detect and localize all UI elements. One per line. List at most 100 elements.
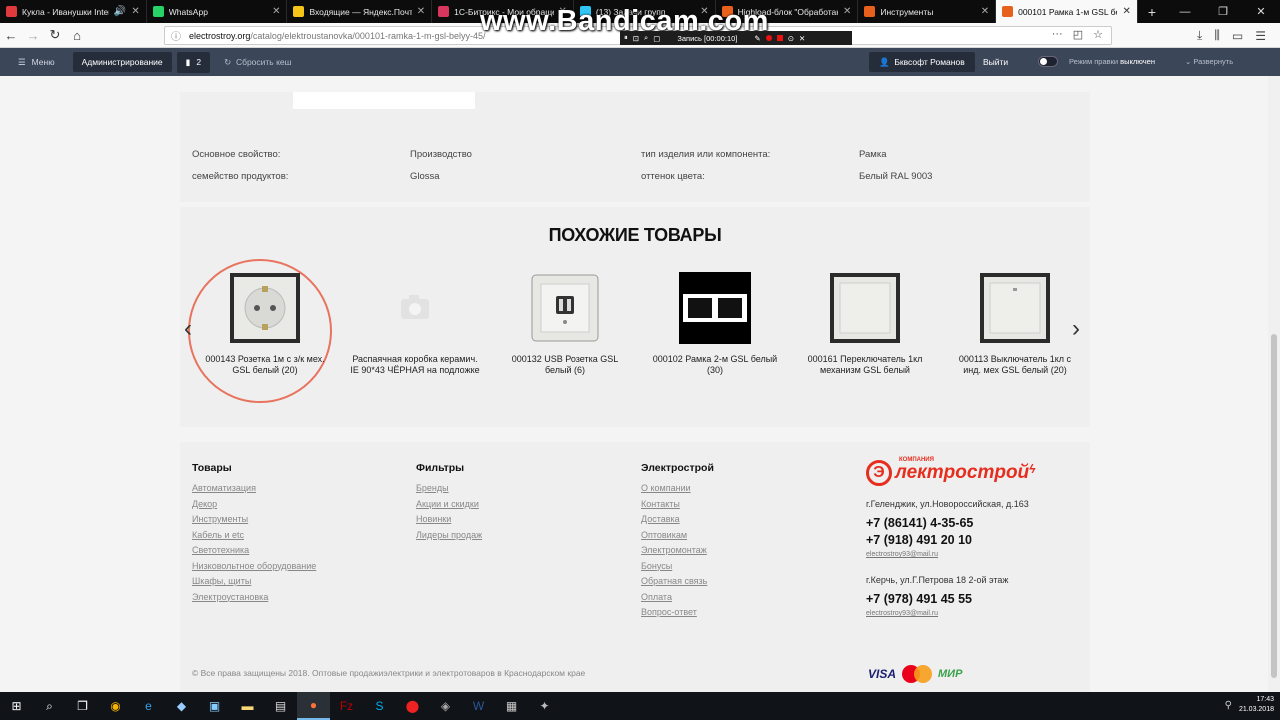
footer-link[interactable]: Оптовикам — [641, 530, 714, 540]
system-clock[interactable]: 17:43 21.03.2018 — [1239, 695, 1274, 715]
administration-button[interactable]: Администрирование — [72, 52, 172, 72]
phone-3[interactable]: +7 (978) 491 45 55 — [866, 592, 972, 606]
reload-icon[interactable]: ↻ — [44, 27, 66, 43]
close-icon[interactable]: ✕ — [799, 34, 805, 43]
speaker-icon[interactable]: 🔊 — [114, 6, 126, 17]
task-view-icon[interactable]: ❐ — [66, 692, 99, 720]
footer-link[interactable]: Низковольтное оборудование — [192, 561, 316, 571]
carousel-prev-icon[interactable]: ‹ — [184, 315, 192, 343]
footer-link[interactable]: Шкафы, щиты — [192, 576, 316, 586]
info-icon[interactable]: ⓘ — [171, 28, 181, 43]
record-icon[interactable] — [776, 35, 783, 41]
page-scrollbar[interactable] — [1268, 76, 1280, 692]
sidebar-icon[interactable]: ▭ — [1232, 29, 1243, 43]
email-link[interactable]: electrostroy93@mail.ru — [866, 551, 938, 558]
product-name[interactable]: 000161 Переключатель 1кл механизм GSL бе… — [800, 354, 930, 376]
footer-link[interactable]: Светотехника — [192, 545, 316, 555]
footer-link[interactable]: Обратная связь — [641, 576, 714, 586]
footer-link[interactable]: О компании — [641, 483, 714, 493]
windows-start-icon[interactable]: ⊞ — [0, 692, 33, 720]
forward-icon[interactable]: → — [22, 28, 44, 43]
product-name[interactable]: 000143 Розетка 1м с з/к мех. GSL белый (… — [200, 354, 330, 376]
minimize-icon[interactable]: — — [1166, 6, 1204, 18]
user-button[interactable]: 👤 Бквсофт Романов — [869, 52, 975, 72]
footer-link[interactable]: Контакты — [641, 499, 714, 509]
browser-tab[interactable]: WhatsApp ✕ — [147, 0, 288, 23]
edge-icon[interactable]: e — [132, 692, 165, 720]
network-icon[interactable]: ⚲ — [1225, 700, 1232, 711]
notifications-button[interactable]: ▮ 2 — [176, 51, 211, 73]
app-icon[interactable]: ◈ — [429, 692, 462, 720]
maximize-icon[interactable]: ❐ — [1204, 5, 1242, 18]
footer-link[interactable]: Автоматизация — [192, 483, 316, 493]
footer-link[interactable]: Акции и скидки — [416, 499, 482, 509]
product-card[interactable]: 000143 Розетка 1м с з/к мех. GSL белый (… — [200, 272, 330, 376]
close-tab-icon[interactable]: ✕ — [843, 6, 851, 17]
product-card[interactable]: 000161 Переключатель 1кл механизм GSL бе… — [800, 272, 930, 376]
download-icon[interactable]: ⤓ — [1197, 28, 1202, 43]
footer-link[interactable]: Инструменты — [192, 514, 316, 524]
word-icon[interactable]: W — [462, 692, 495, 720]
company-logo[interactable]: Э КОМПАНИЯ лектростройϟ — [866, 457, 1036, 486]
edit-mode-toggle[interactable] — [1038, 56, 1058, 67]
close-tab-icon[interactable]: ✕ — [1122, 6, 1130, 17]
browser-tab[interactable]: 000101 Рамка 1-м GSL белы ✕ — [996, 0, 1138, 23]
footer-link[interactable]: Декор — [192, 499, 316, 509]
pen-icon[interactable]: ✎ — [754, 34, 760, 43]
close-tab-icon[interactable]: ✕ — [272, 6, 280, 17]
calculator-icon[interactable]: ▦ — [495, 692, 528, 720]
search-icon[interactable]: ⌕ — [33, 692, 66, 720]
footer-link[interactable]: Электромонтаж — [641, 545, 714, 555]
camera-icon[interactable]: ⊙ — [788, 34, 794, 43]
phone-2[interactable]: +7 (918) 491 20 10 — [866, 533, 972, 547]
skype-icon[interactable]: S — [363, 692, 396, 720]
filezilla-icon[interactable]: Fz — [330, 692, 363, 720]
app-icon[interactable]: ◆ — [165, 692, 198, 720]
product-name[interactable]: 000102 Рамка 2-м GSL белый (30) — [650, 354, 780, 376]
admin-menu-button[interactable]: ☰ Меню — [0, 57, 73, 68]
pause-icon[interactable]: ⏸ — [624, 33, 628, 43]
library-icon[interactable]: ⫼ — [1214, 28, 1220, 43]
record-icon[interactable] — [765, 35, 772, 41]
close-tab-icon[interactable]: ✕ — [131, 6, 139, 17]
bookmark-star-icon[interactable]: ☆ — [1093, 28, 1103, 41]
file-explorer-icon[interactable]: ▬ — [231, 692, 264, 720]
window-close-icon[interactable]: ✕ — [1242, 5, 1280, 18]
clear-cache-button[interactable]: ↻ Сбросить кеш — [224, 57, 291, 68]
browser-tab[interactable]: Инструменты ✕ — [858, 0, 997, 23]
scrollbar-thumb[interactable] — [1271, 334, 1277, 678]
close-tab-icon[interactable]: ✕ — [981, 6, 989, 17]
footer-link[interactable]: Кабель и etc — [192, 530, 316, 540]
bandicam-icon[interactable]: ⬤ — [396, 692, 429, 720]
app-icon[interactable]: ✦ — [528, 692, 561, 720]
pocket-icon[interactable]: ◰ — [1073, 28, 1083, 41]
footer-link[interactable]: Доставка — [641, 514, 714, 524]
product-card[interactable]: 000132 USB Розетка GSL белый (6) — [500, 272, 630, 376]
footer-link[interactable]: Оплата — [641, 592, 714, 602]
footer-link[interactable]: Бренды — [416, 483, 482, 493]
browser-tab[interactable]: Кукла - Иванушки Intern 🔊 ✕ — [0, 0, 147, 23]
more-icon[interactable]: ··· — [1052, 28, 1063, 41]
resize-icon[interactable]: ⊡ — [633, 34, 639, 43]
footer-link[interactable]: Новинки — [416, 514, 482, 524]
footer-link[interactable]: Вопрос-ответ — [641, 607, 714, 617]
app-icon[interactable]: ▤ — [264, 692, 297, 720]
product-card[interactable]: 000102 Рамка 2-м GSL белый (30) — [650, 272, 780, 376]
hamburger-menu-icon[interactable]: ☰ — [1255, 29, 1266, 43]
footer-link[interactable]: Электроустановка — [192, 592, 316, 602]
fullscreen-icon[interactable]: ▢ — [653, 34, 660, 43]
chrome-icon[interactable]: ◉ — [99, 692, 132, 720]
zoom-icon[interactable]: ⌕ — [644, 33, 648, 43]
footer-link[interactable]: Бонусы — [641, 561, 714, 571]
expand-button[interactable]: ⌄ Развернуть — [1185, 57, 1233, 66]
close-tab-icon[interactable]: ✕ — [417, 6, 425, 17]
app-icon[interactable]: ▣ — [198, 692, 231, 720]
firefox-icon[interactable]: ● — [297, 692, 330, 720]
home-icon[interactable]: ⌂ — [66, 28, 88, 43]
back-icon[interactable]: ← — [0, 28, 22, 43]
logout-button[interactable]: Выйти — [983, 57, 1008, 67]
product-card[interactable]: 000113 Выключатель 1кл с инд. мех GSL бе… — [950, 272, 1080, 376]
product-name[interactable]: Распаячная коробка керамич. IE 90*43 ЧЁР… — [350, 354, 480, 376]
new-tab-icon[interactable]: + — [1138, 0, 1166, 23]
product-name[interactable]: 000132 USB Розетка GSL белый (6) — [500, 354, 630, 376]
